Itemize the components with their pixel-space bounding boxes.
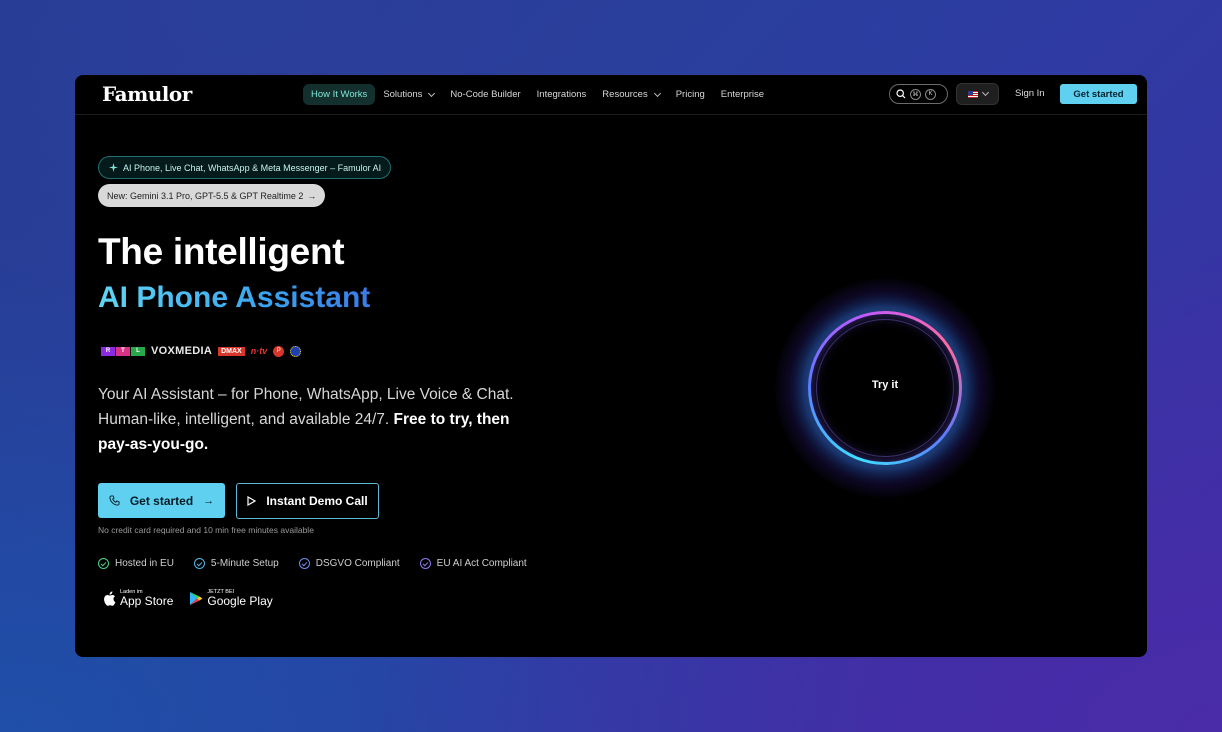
apple-icon [104,591,116,606]
google-play-badge[interactable]: JETZT BEI Google Play [189,589,273,608]
play-icon [247,496,257,506]
dmax-logo: DMAX [218,346,245,356]
feature-item: EU AI Act Compliant [419,558,527,569]
nav-resources[interactable]: Resources [594,84,667,105]
language-selector[interactable] [956,83,999,105]
shortcut-key: ⌘ [910,88,921,100]
nav-label: No-Code Builder [450,89,521,100]
us-flag-icon [967,90,978,98]
press-logos: R T L VOXMEDIA DMAX n·tv P [101,345,302,357]
nav-label: Resources [602,89,648,100]
badge-text: New: Gemini 3.1 Pro, GPT-5.5 & GPT Realt… [107,190,304,201]
rtl-logo: R T L [101,346,145,356]
feature-list: Hosted in EU 5-Minute Setup DSGVO Compli… [98,558,527,569]
button-label: Get started [129,493,194,508]
brand-logo[interactable]: Famulor [102,82,192,106]
nav-enterprise[interactable]: Enterprise [713,84,772,105]
hero-subtitle: AI Phone Assistant [98,281,371,314]
search-icon [896,89,906,99]
nav-label: How It Works [311,89,368,100]
nav-integrations[interactable]: Integrations [529,84,595,105]
nav-solutions[interactable]: Solutions [375,84,442,105]
check-circle-icon [98,558,109,569]
p-logo: P [273,345,285,357]
top-navbar: Famulor How It Works Solutions No-Code B… [75,75,1147,115]
sparkle-icon [109,163,118,172]
feature-item: Hosted in EU [98,558,174,569]
nav-label: Pricing [675,89,705,100]
store-name: Google Play [207,594,273,608]
chevron-down-icon [428,89,436,97]
voice-orb[interactable]: Try it [775,278,995,498]
try-it-label: Try it [871,379,899,391]
nav-label: Enterprise [720,89,765,100]
badge-text: AI Phone, Live Chat, WhatsApp & Meta Mes… [123,162,382,173]
shortcut-key: K [925,88,936,100]
no-credit-card-note: No credit card required and 10 min free … [98,525,314,535]
check-circle-icon [193,558,205,569]
get-started-nav-button[interactable]: Get started [1060,84,1137,104]
nav-no-code-builder[interactable]: No-Code Builder [442,84,528,105]
feature-item: 5-Minute Setup [193,558,279,569]
voxmedia-logo: VOXMEDIA [151,345,213,357]
nav-how-it-works[interactable]: How It Works [303,84,376,105]
store-text: Laden im App Store [120,589,173,608]
feature-label: EU AI Act Compliant [436,558,527,569]
rtl-letter: R [101,346,115,356]
nav-label: Solutions [383,89,423,100]
get-started-button[interactable]: Get started → [98,483,225,518]
check-circle-icon [419,558,431,569]
chevron-down-icon [653,89,661,97]
store-name: App Store [120,594,174,608]
announcement-badge[interactable]: AI Phone, Live Chat, WhatsApp & Meta Mes… [98,156,392,179]
hero-description: Your AI Assistant – for Phone, WhatsApp,… [98,382,538,457]
instant-demo-call-button[interactable]: Instant Demo Call [236,483,379,519]
phone-icon [109,495,120,506]
app-store-badges: Laden im App Store JETZT BEI Google Play [103,589,273,608]
feature-label: 5-Minute Setup [210,558,279,569]
main-menu: How It Works Solutions No-Code Builder I… [303,84,772,105]
browser-window: Famulor How It Works Solutions No-Code B… [75,75,1147,657]
ntv-logo: n·tv [250,346,268,356]
app-store-badge[interactable]: Laden im App Store [103,589,173,608]
feature-label: Hosted in EU [115,558,174,569]
search-button[interactable]: ⌘ K [889,84,948,104]
new-models-badge[interactable]: New: Gemini 3.1 Pro, GPT-5.5 & GPT Realt… [98,184,326,207]
google-play-icon [190,592,203,605]
button-label: Instant Demo Call [266,494,368,508]
feature-item: DSGVO Compliant [298,558,400,569]
nav-pricing[interactable]: Pricing [668,84,713,105]
feature-label: DSGVO Compliant [315,558,400,569]
eu-logo [290,345,302,357]
rtl-letter: T [116,346,130,356]
chevron-down-icon [981,88,989,97]
nav-label: Integrations [536,89,587,100]
arrow-right-icon: → [203,494,215,507]
sign-in-link[interactable]: Sign In [1015,88,1045,99]
rtl-letter: L [131,346,145,356]
check-circle-icon [298,558,310,569]
arrow-right-icon: → [307,190,317,201]
store-text: JETZT BEI Google Play [207,589,272,608]
hero-title: The intelligent [98,231,345,272]
